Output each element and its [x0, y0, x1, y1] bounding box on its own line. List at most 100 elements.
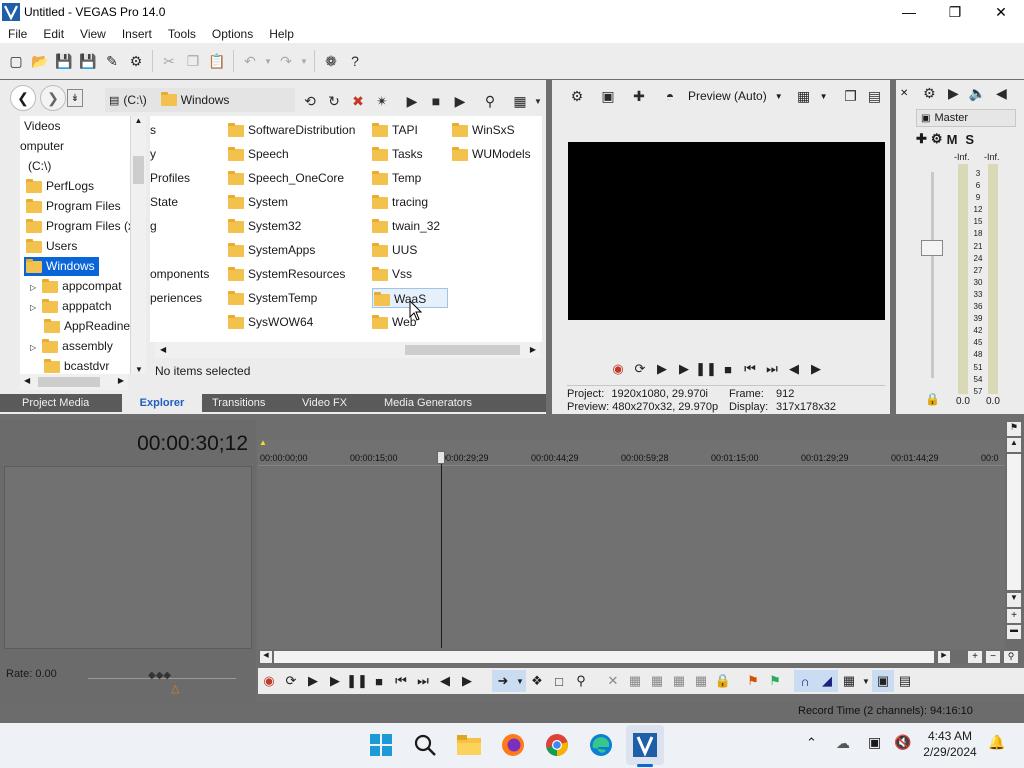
save-as-icon[interactable]: 💾: [77, 50, 99, 72]
automation-icon[interactable]: ✚: [916, 131, 927, 147]
tree-item[interactable]: omputer: [20, 136, 130, 156]
scroll-thumb[interactable]: [274, 651, 934, 663]
paste-icon[interactable]: 📋: [206, 50, 228, 72]
folder-item[interactable]: System32: [228, 216, 301, 236]
scroll-thumb[interactable]: [38, 377, 100, 387]
folder-item-partial[interactable]: y: [150, 144, 156, 164]
scroll-thumb[interactable]: [133, 156, 144, 184]
record-icon[interactable]: ◉: [258, 670, 280, 692]
onedrive-cloud-icon[interactable]: ☁: [836, 735, 850, 752]
video-fx-icon[interactable]: ◓: [659, 85, 681, 107]
insert-marker-icon[interactable]: ⚑: [742, 670, 764, 692]
folder-item[interactable]: Temp: [372, 168, 421, 188]
get-media-icon[interactable]: ⚲: [479, 90, 501, 112]
redo-dropdown-icon[interactable]: ▼: [299, 50, 309, 72]
timeline-hscrollbar[interactable]: ◀ ▶ + − ⚲: [258, 650, 1024, 664]
path-folder[interactable]: Windows: [181, 93, 230, 107]
play-icon[interactable]: ▶: [673, 358, 695, 380]
stop-icon[interactable]: ■: [717, 358, 739, 380]
folder-item[interactable]: SoftwareDistribution: [228, 120, 355, 140]
play-icon[interactable]: ▶: [324, 670, 346, 692]
folder-item[interactable]: SystemResources: [228, 264, 345, 284]
trim-icon[interactable]: ▦: [624, 670, 646, 692]
cut-icon[interactable]: ✂: [158, 50, 180, 72]
pause-icon[interactable]: ❚❚: [695, 358, 717, 380]
tree-item[interactable]: AppReadine: [20, 316, 130, 336]
tree-item[interactable]: (C:\): [20, 156, 130, 176]
folder-item-partial[interactable]: Profiles: [150, 168, 190, 188]
folder-item[interactable]: twain_32: [372, 216, 440, 236]
tree-item[interactable]: Videos: [20, 116, 130, 136]
folder-item-partial[interactable]: State: [150, 192, 178, 212]
delete-icon[interactable]: ✖: [347, 90, 369, 112]
start-icon[interactable]: [366, 730, 396, 760]
tree-hscrollbar[interactable]: ◀ ▶: [20, 374, 128, 390]
views-dropdown-icon[interactable]: ▼: [533, 90, 543, 112]
folder-item[interactable]: SystemApps: [228, 240, 315, 260]
normal-edit-tool-icon[interactable]: ➜: [492, 670, 514, 692]
redo-icon[interactable]: ↷: [275, 50, 297, 72]
folder-item[interactable]: Vss: [372, 264, 412, 284]
properties-gear-icon[interactable]: ⚙: [125, 50, 147, 72]
trim-end-icon[interactable]: ▦: [668, 670, 690, 692]
edge-icon[interactable]: [586, 730, 616, 760]
insert-region-icon[interactable]: ⚑: [764, 670, 786, 692]
views-icon[interactable]: ▦: [509, 90, 531, 112]
expand-icon[interactable]: ▷: [30, 303, 36, 312]
tree-item[interactable]: PerfLogs: [20, 176, 130, 196]
timeline-vscrollbar[interactable]: ⚑ ▲ ▼ + ▬: [1005, 420, 1024, 650]
tab-media-generators[interactable]: Media Generators: [384, 397, 494, 409]
menu-help[interactable]: Help: [261, 27, 302, 41]
folder-item[interactable]: WinSxS: [452, 120, 515, 140]
volume-muted-icon[interactable]: 🔇: [894, 734, 911, 751]
overlays-grid-icon[interactable]: ▦: [793, 85, 815, 107]
save-snapshot-icon[interactable]: ▤: [864, 85, 886, 107]
lock-icon[interactable]: 🔒: [925, 392, 940, 406]
volume-fader[interactable]: [921, 240, 943, 256]
tree-item[interactable]: Program Files (x: [20, 216, 130, 236]
folder-item-partial[interactable]: g: [150, 216, 157, 236]
mute-button[interactable]: M: [947, 132, 958, 147]
fx-gear-icon[interactable]: ⚙: [931, 131, 943, 147]
tree-item[interactable]: ▷ appcompat: [20, 276, 130, 296]
new-file-icon[interactable]: ▢: [5, 50, 27, 72]
search-icon[interactable]: [410, 730, 440, 760]
zoom-in-icon[interactable]: +: [968, 651, 982, 663]
scroll-thumb[interactable]: [405, 345, 520, 355]
next-frame-icon[interactable]: ▶: [805, 358, 827, 380]
scroll-thumb[interactable]: [1007, 454, 1021, 590]
folder-item[interactable]: tracing: [372, 192, 428, 212]
chevron-down-icon[interactable]: ▼: [775, 92, 783, 101]
chrome-icon[interactable]: [542, 730, 572, 760]
delete-icon[interactable]: ✕: [602, 670, 624, 692]
folder-item-partial[interactable]: omponents: [150, 264, 209, 284]
trim-start-icon[interactable]: ▦: [646, 670, 668, 692]
folder-item[interactable]: Speech: [228, 144, 289, 164]
folder-item[interactable]: Speech_OneCore: [228, 168, 344, 188]
close-icon[interactable]: ✕: [900, 88, 908, 99]
menu-file[interactable]: File: [0, 27, 35, 41]
expand-icon[interactable]: ▷: [30, 343, 36, 352]
files-hscrollbar[interactable]: ◀ ▶: [155, 342, 540, 358]
go-to-start-icon[interactable]: ⏮: [739, 358, 761, 380]
dim-output-icon[interactable]: ◀: [990, 82, 1012, 104]
tree-item-selected[interactable]: Windows: [20, 256, 130, 276]
open-folder-icon[interactable]: 📂: [29, 50, 51, 72]
lock-envelopes-icon[interactable]: ▣: [872, 670, 894, 692]
tab-video-fx[interactable]: Video FX: [302, 397, 384, 409]
tree-item[interactable]: Users: [20, 236, 130, 256]
ignore-grouping-icon[interactable]: ▤: [894, 670, 916, 692]
go-to-start-icon[interactable]: ⏮: [390, 670, 412, 692]
speaker-icon[interactable]: 🔈: [966, 82, 988, 104]
auto-preview-icon[interactable]: ▶: [449, 90, 471, 112]
snapping-magnet-icon[interactable]: ∩: [794, 670, 816, 692]
notification-bell-icon[interactable]: 🔔: [988, 734, 1005, 751]
forward-icon[interactable]: ❯: [40, 85, 66, 111]
downmix-icon[interactable]: ▶: [942, 82, 964, 104]
help-whats-this-icon[interactable]: ?: [344, 50, 366, 72]
back-icon[interactable]: ❮: [10, 85, 36, 111]
record-icon[interactable]: ◉: [607, 358, 629, 380]
history-dropdown-icon[interactable]: ↡: [67, 89, 83, 107]
auto-crossfade-icon[interactable]: ◢: [816, 670, 838, 692]
tree-item[interactable]: bcastdvr: [20, 356, 130, 374]
